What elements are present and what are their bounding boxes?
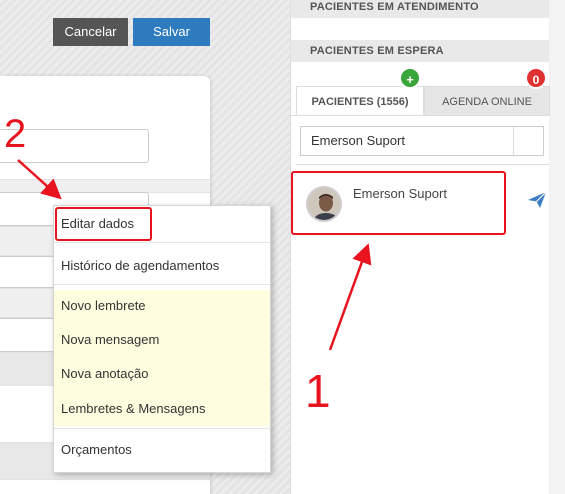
menu-item-new-message[interactable]: Nova mensagem — [54, 332, 270, 347]
tab-patients[interactable]: PACIENTES (1556) — [296, 86, 424, 116]
tabs-baseline — [291, 115, 549, 116]
menu-item-new-note[interactable]: Nova anotação — [54, 366, 270, 381]
menu-item-reminders-messages[interactable]: Lembretes & Mensagens — [54, 401, 270, 416]
search-divider — [513, 127, 514, 155]
online-count-badge: 0 — [525, 67, 547, 89]
scrollbar[interactable] — [549, 0, 565, 494]
highlight-box-patient — [291, 171, 506, 235]
highlight-box-edit — [55, 207, 152, 241]
annotation-number-1: 1 — [305, 365, 331, 417]
section-waiting-header[interactable]: PACIENTES EM ESPERA — [291, 40, 549, 62]
cancel-button[interactable]: Cancelar — [53, 18, 128, 46]
form-field[interactable] — [0, 318, 56, 352]
menu-item-budgets[interactable]: Orçamentos — [54, 442, 270, 457]
menu-separator — [54, 428, 270, 429]
annotation-number-2: 2 — [4, 112, 27, 156]
send-icon[interactable] — [527, 190, 547, 210]
menu-separator — [54, 242, 270, 243]
context-menu: Editar dados Histórico de agendamentos N… — [53, 205, 271, 473]
save-button[interactable]: Salvar — [133, 18, 210, 46]
menu-item-schedule-history[interactable]: Histórico de agendamentos — [54, 258, 270, 273]
menu-item-new-reminder[interactable]: Novo lembrete — [54, 298, 270, 313]
form-divider — [0, 179, 210, 193]
section-attending-header[interactable]: PACIENTES EM ATENDIMENTO — [291, 0, 549, 18]
patient-search-input[interactable]: Emerson Suport — [300, 126, 544, 156]
list-divider — [296, 164, 549, 165]
form-field[interactable] — [0, 256, 56, 288]
search-value: Emerson Suport — [311, 133, 405, 148]
tab-online-schedule[interactable]: AGENDA ONLINE — [424, 86, 550, 116]
patients-sidebar: PACIENTES EM ATENDIMENTO PACIENTES EM ES… — [290, 0, 565, 494]
add-patient-icon[interactable]: + — [399, 67, 421, 89]
menu-separator — [54, 284, 270, 285]
